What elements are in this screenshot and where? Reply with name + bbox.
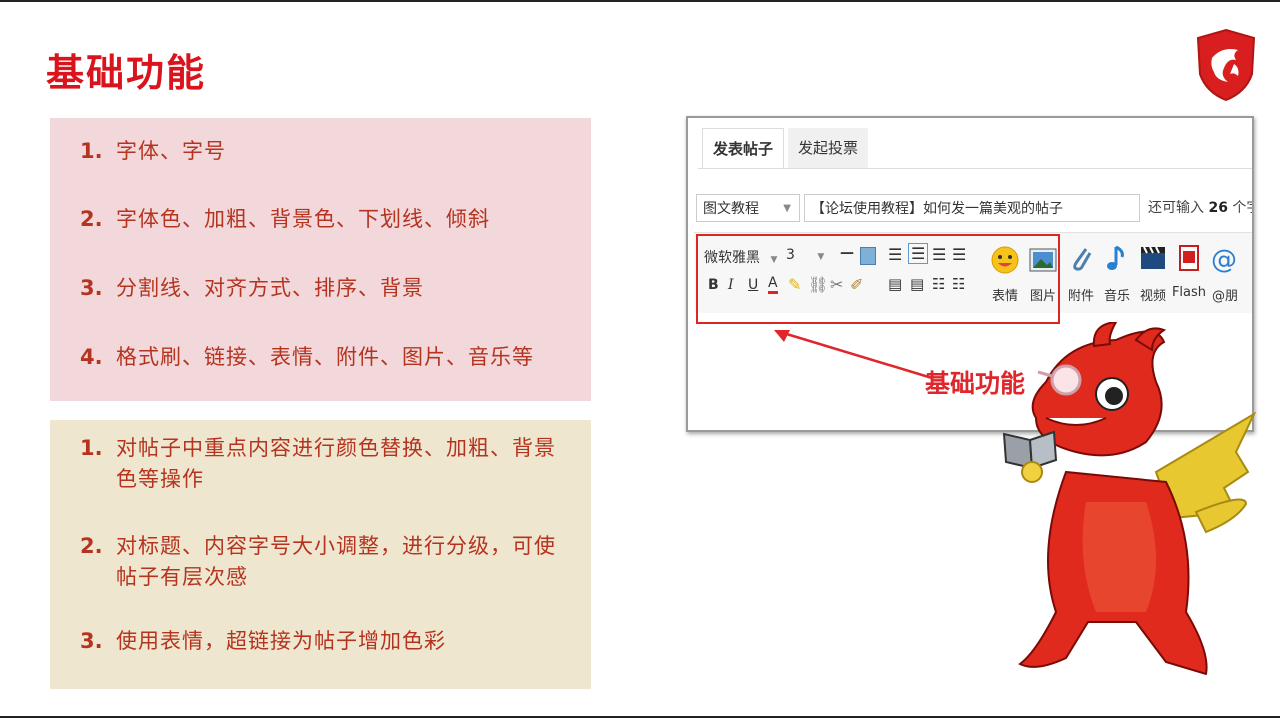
- benefit-item: 2. 对标题、内容字号大小调整，进行分级，可使帖子有层次感: [80, 531, 575, 593]
- counter-prefix: 还可输入: [1148, 200, 1204, 216]
- char-counter: 还可输入 26 个字: [1148, 194, 1252, 222]
- basic-functions-highlight: [696, 234, 1060, 324]
- feature-number: 4.: [80, 345, 103, 369]
- category-value: 图文教程: [703, 201, 759, 217]
- chevron-down-icon: ▼: [783, 203, 791, 214]
- feature-item: 3. 分割线、对齐方式、排序、背景: [80, 273, 575, 304]
- feature-text: 字体、字号: [116, 139, 226, 163]
- subject-input[interactable]: 【论坛使用教程】如何发一篇美观的帖子: [804, 194, 1140, 222]
- music-icon[interactable]: [1102, 243, 1132, 273]
- tab-divider: [698, 168, 1252, 169]
- feature-item: 1. 字体、字号: [80, 136, 575, 167]
- benefit-text: 对帖子中重点内容进行颜色替换、加粗、背景色等操作: [116, 436, 556, 491]
- video-icon[interactable]: [1138, 243, 1168, 273]
- annotation-arrow-icon: [774, 330, 933, 380]
- subject-value: 【论坛使用教程】如何发一篇美观的帖子: [811, 201, 1063, 217]
- benefit-number: 2.: [80, 534, 103, 558]
- feature-item: 2. 字体色、加粗、背景色、下划线、倾斜: [80, 204, 575, 235]
- benefits-box: 1. 对帖子中重点内容进行颜色替换、加粗、背景色等操作 2. 对标题、内容字号大…: [50, 420, 591, 689]
- tab-post[interactable]: 发表帖子: [702, 128, 785, 169]
- editor-tabbar: 发表帖子 发起投票: [698, 128, 1252, 169]
- benefit-number: 1.: [80, 436, 103, 460]
- counter-value: 26: [1208, 200, 1228, 216]
- dragon-mascot-icon: [1002, 322, 1257, 692]
- msi-dragon-logo-icon: [1196, 28, 1256, 102]
- feature-number: 2.: [80, 207, 103, 231]
- bottom-border: [0, 716, 1280, 718]
- tab-poll[interactable]: 发起投票: [788, 128, 869, 168]
- benefit-number: 3.: [80, 629, 103, 653]
- top-border: [0, 0, 1280, 2]
- counter-suffix: 个字: [1232, 200, 1252, 216]
- flash-icon[interactable]: [1174, 243, 1204, 273]
- features-box: 1. 字体、字号 2. 字体色、加粗、背景色、下划线、倾斜 3. 分割线、对齐方…: [50, 118, 591, 401]
- mention-label: @朋: [1211, 289, 1238, 304]
- svg-text:@: @: [1211, 245, 1237, 273]
- feature-text: 分割线、对齐方式、排序、背景: [116, 276, 424, 300]
- benefit-item: 1. 对帖子中重点内容进行颜色替换、加粗、背景色等操作: [80, 433, 575, 495]
- benefit-text: 使用表情，超链接为帖子增加色彩: [116, 629, 446, 653]
- mention-icon[interactable]: @: [1208, 243, 1238, 273]
- feature-text: 格式刷、链接、表情、附件、图片、音乐等: [116, 345, 534, 369]
- feature-text: 字体色、加粗、背景色、下划线、倾斜: [116, 207, 490, 231]
- feature-number: 3.: [80, 276, 103, 300]
- slide-title: 基础功能: [46, 51, 207, 95]
- feature-item: 4. 格式刷、链接、表情、附件、图片、音乐等: [80, 342, 575, 373]
- benefit-item: 3. 使用表情，超链接为帖子增加色彩: [80, 626, 575, 657]
- category-select[interactable]: 图文教程 ▼: [696, 194, 800, 222]
- attachment-icon[interactable]: [1066, 243, 1096, 273]
- benefit-text: 对标题、内容字号大小调整，进行分级，可使帖子有层次感: [116, 534, 556, 589]
- feature-number: 1.: [80, 139, 103, 163]
